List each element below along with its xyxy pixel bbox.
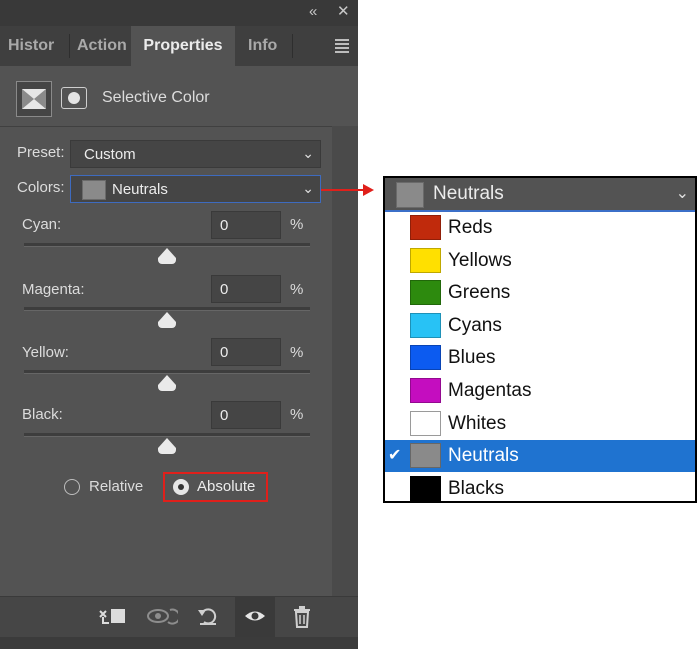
color-option-yellows[interactable]: Yellows (385, 245, 695, 277)
adjustment-icon[interactable] (16, 81, 52, 117)
colors-label: Colors: (17, 179, 65, 196)
chevron-down-icon: ⌄ (675, 185, 689, 202)
visibility-eye-icon[interactable] (244, 606, 266, 630)
tab-info[interactable]: Info (248, 26, 288, 66)
panel-menu-icon[interactable] (335, 39, 349, 55)
callout-arrow-head-icon (363, 184, 374, 196)
color-option-label: Whites (448, 412, 507, 434)
color-swatch (410, 215, 441, 240)
preset-dropdown[interactable]: Custom ⌄ (70, 140, 321, 168)
yellow-input[interactable]: 0 (211, 338, 281, 366)
color-option-label: Cyans (448, 314, 502, 336)
callout-dropdown-header[interactable]: Neutrals ⌄ (385, 178, 695, 210)
colors-dropdown-callout: Neutrals ⌄ Reds Yellows Greens Cyans Blues Ma… (383, 176, 697, 503)
neutral-swatch (396, 182, 424, 208)
adjustment-title: Selective Color (102, 89, 210, 106)
clip-to-layer-icon[interactable] (98, 606, 128, 630)
relative-label[interactable]: Relative (89, 478, 143, 495)
magenta-unit: % (290, 281, 304, 298)
callout-selected-value: Neutrals (433, 183, 504, 204)
black-slider-track[interactable] (24, 433, 310, 437)
neutral-swatch (82, 180, 106, 200)
tab-actions[interactable]: Action (77, 26, 131, 66)
chevron-down-icon: ⌄ (302, 180, 314, 196)
color-option-reds[interactable]: Reds (385, 212, 695, 244)
color-swatch (410, 475, 441, 501)
black-unit: % (290, 406, 304, 423)
yellow-label: Yellow: (22, 344, 69, 361)
view-previous-state-icon[interactable] (146, 606, 181, 630)
color-swatch (410, 345, 441, 371)
panel-footer (0, 637, 358, 649)
tab-separator (69, 34, 70, 58)
relative-radio[interactable] (64, 479, 80, 495)
preset-label: Preset: (17, 144, 65, 161)
panel-titlebar: « ✕ (0, 0, 358, 26)
checkmark-icon: ✔ (388, 447, 402, 465)
layer-mask-icon[interactable] (61, 87, 87, 109)
tab-properties[interactable]: Properties (131, 26, 235, 66)
color-option-blues[interactable]: Blues (385, 342, 695, 374)
color-option-label: Magentas (448, 380, 532, 401)
cyan-slider-track[interactable] (24, 243, 310, 247)
color-option-label: Blacks (448, 477, 504, 499)
black-input[interactable]: 0 (211, 401, 281, 429)
divider (0, 126, 358, 127)
yellow-slider-track[interactable] (24, 370, 310, 374)
properties-panel: « ✕ Histor Action Properties Info Select… (0, 0, 358, 649)
color-option-neutrals[interactable]: ✔ Neutrals (385, 440, 695, 473)
color-option-label: Yellows (448, 249, 512, 271)
color-option-whites[interactable]: Whites (385, 408, 695, 440)
color-option-blacks[interactable]: Blacks (385, 473, 695, 501)
tab-history[interactable]: Histor (8, 26, 66, 66)
color-swatch (410, 378, 441, 403)
color-swatch (410, 443, 441, 469)
magenta-slider-track[interactable] (24, 307, 310, 311)
color-option-magentas[interactable]: Magentas (385, 375, 695, 407)
collapse-panels-icon[interactable]: « (309, 3, 317, 21)
colors-value: Neutrals (112, 181, 168, 198)
preset-value: Custom (84, 146, 136, 163)
delete-trash-icon[interactable] (292, 606, 312, 632)
color-swatch (410, 280, 441, 306)
callout-arrow-line (321, 189, 365, 191)
absolute-highlight-box (163, 472, 268, 502)
black-label: Black: (22, 406, 63, 423)
color-option-label: Blues (448, 347, 496, 369)
color-swatch (410, 410, 441, 436)
magenta-label: Magenta: (22, 281, 85, 298)
cyan-unit: % (290, 216, 304, 233)
cyan-input[interactable]: 0 (211, 211, 281, 239)
color-option-label: Reds (448, 217, 493, 238)
color-swatch (410, 312, 441, 338)
color-option-greens[interactable]: Greens (385, 277, 695, 309)
color-option-cyans[interactable]: Cyans (385, 310, 695, 342)
scrollbar[interactable] (332, 126, 358, 596)
reset-icon[interactable] (197, 606, 219, 630)
color-swatch (410, 247, 441, 273)
tab-separator (292, 34, 293, 58)
chevron-down-icon: ⌄ (302, 145, 314, 161)
close-panel-icon[interactable]: ✕ (337, 3, 350, 21)
colors-dropdown[interactable]: Neutrals ⌄ (70, 175, 321, 203)
cyan-label: Cyan: (22, 216, 62, 233)
yellow-unit: % (290, 344, 304, 361)
magenta-input[interactable]: 0 (211, 275, 281, 303)
color-option-label: Neutrals (448, 445, 519, 467)
color-option-label: Greens (448, 282, 511, 304)
panel-tabs: Histor Action Properties Info (0, 26, 358, 66)
